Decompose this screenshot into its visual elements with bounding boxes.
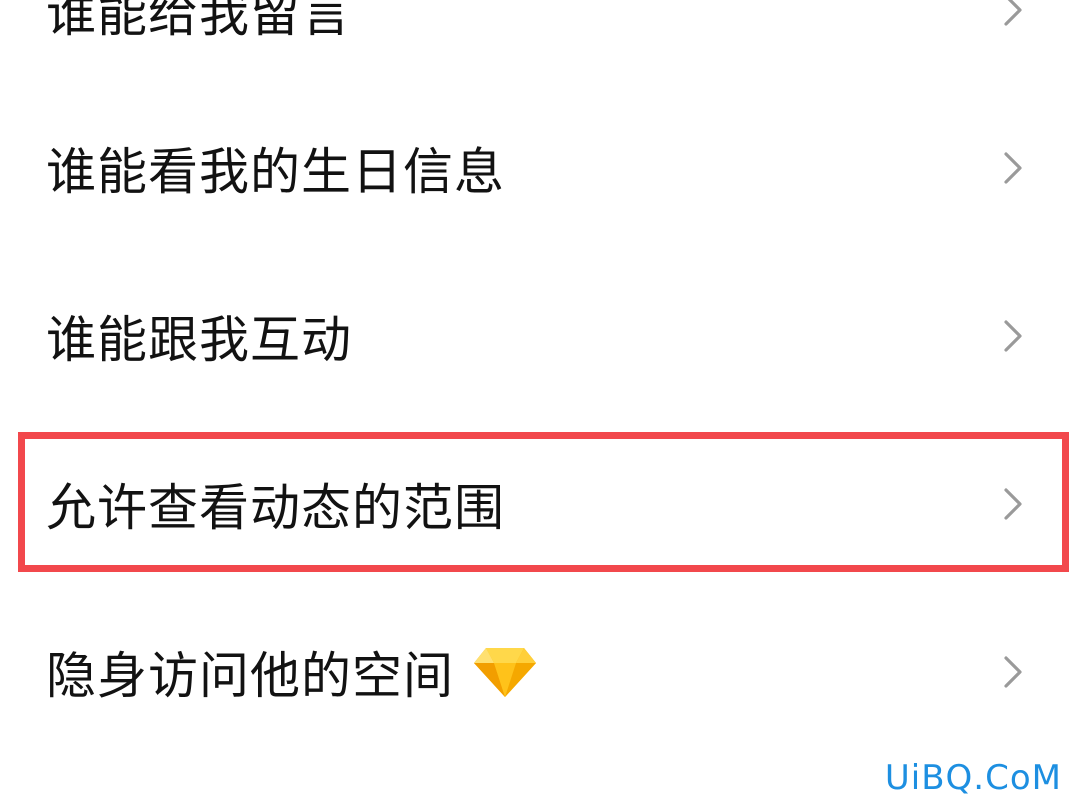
menu-item-label-wrap: 隐身访问他的空间 xyxy=(46,636,538,708)
menu-item-label: 谁能给我留言 xyxy=(46,0,352,43)
diamond-icon xyxy=(474,648,536,697)
privacy-settings-screen: 谁能给我留言 谁能看我的生日信息 谁能跟我互动 允许查看动态的范围 隐身访问他的… xyxy=(0,0,1072,804)
chevron-right-icon xyxy=(1004,152,1022,184)
menu-item-label: 隐身访问他的空间 xyxy=(46,647,454,705)
watermark-text: UiBQ.CoM xyxy=(884,758,1062,798)
menu-item-label: 允许查看动态的范围 xyxy=(46,479,505,537)
chevron-right-icon xyxy=(1004,0,1022,26)
menu-item-who-can-interact[interactable]: 谁能跟我互动 xyxy=(0,281,1072,391)
chevron-right-icon xyxy=(1004,656,1022,688)
menu-item-who-can-see-birthday[interactable]: 谁能看我的生日信息 xyxy=(0,113,1072,223)
menu-item-invisible-visit[interactable]: 隐身访问他的空间 xyxy=(0,617,1072,727)
menu-item-who-can-leave-message[interactable]: 谁能给我留言 xyxy=(0,0,1072,65)
menu-item-label: 谁能跟我互动 xyxy=(46,311,352,369)
menu-item-feed-visibility-range[interactable]: 允许查看动态的范围 xyxy=(0,449,1072,559)
menu-item-label: 谁能看我的生日信息 xyxy=(46,143,505,201)
chevron-right-icon xyxy=(1004,320,1022,352)
chevron-right-icon xyxy=(1004,488,1022,520)
